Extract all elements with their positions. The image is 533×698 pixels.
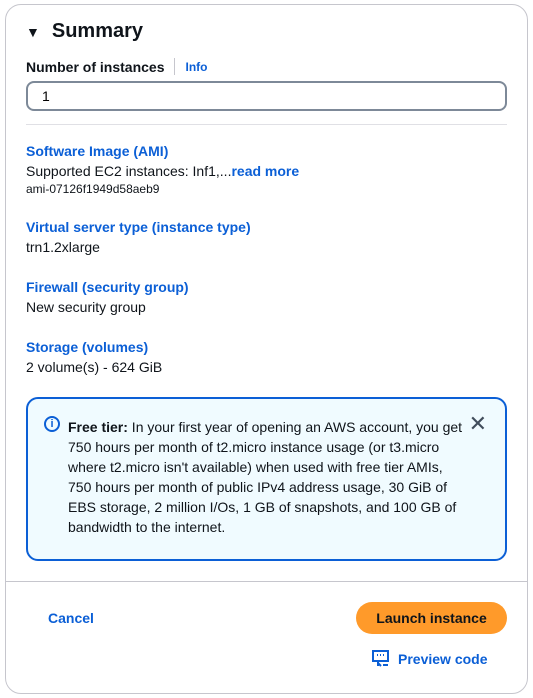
section-storage: Storage (volumes) 2 volume(s) - 624 GiB <box>26 337 162 377</box>
section-ami: Software Image (AMI) Supported EC2 insta… <box>26 141 299 197</box>
instance-type-value: trn1.2xlarge <box>26 239 100 255</box>
divider <box>174 58 176 75</box>
free-tier-alert: i Free tier: In your first year of openi… <box>26 397 507 561</box>
read-more-link[interactable]: read more <box>231 163 299 179</box>
footer-divider <box>6 581 527 582</box>
ami-id: ami-07126f1949d58aeb9 <box>26 182 160 196</box>
number-of-instances-label: Number of instances Info <box>26 58 207 75</box>
ami-value: Supported EC2 instances: Inf1,... <box>26 163 232 179</box>
preview-code-label: Preview code <box>398 650 488 667</box>
info-link[interactable]: Info <box>185 60 207 74</box>
storage-value: 2 volume(s) - 624 GiB <box>26 359 163 375</box>
label-text: Number of instances <box>26 58 165 75</box>
firewall-link[interactable]: Firewall (security group) <box>26 277 189 297</box>
instance-type-link[interactable]: Virtual server type (instance type) <box>26 217 251 237</box>
close-icon[interactable]: ✕ <box>469 411 487 437</box>
number-of-instances-input[interactable] <box>26 81 507 111</box>
summary-header[interactable]: ▼ Summary <box>26 20 143 43</box>
cancel-button[interactable]: Cancel <box>48 610 94 626</box>
section-firewall: Firewall (security group) New security g… <box>26 277 189 317</box>
launch-instance-button[interactable]: Launch instance <box>356 602 507 634</box>
alert-body: In your first year of opening an AWS acc… <box>68 419 463 535</box>
alert-bold: Free tier: <box>68 419 128 435</box>
alert-text: Free tier: In your first year of opening… <box>68 417 468 537</box>
storage-link[interactable]: Storage (volumes) <box>26 337 162 357</box>
caret-down-icon[interactable]: ▼ <box>26 24 40 40</box>
preview-code-icon <box>372 650 389 667</box>
summary-title: Summary <box>51 20 144 42</box>
preview-code-button[interactable]: Preview code <box>372 650 488 667</box>
ami-link[interactable]: Software Image (AMI) <box>26 141 299 161</box>
divider <box>26 124 507 125</box>
firewall-value: New security group <box>26 299 146 315</box>
section-instance-type: Virtual server type (instance type) trn1… <box>26 217 251 257</box>
info-icon: i <box>44 416 60 432</box>
